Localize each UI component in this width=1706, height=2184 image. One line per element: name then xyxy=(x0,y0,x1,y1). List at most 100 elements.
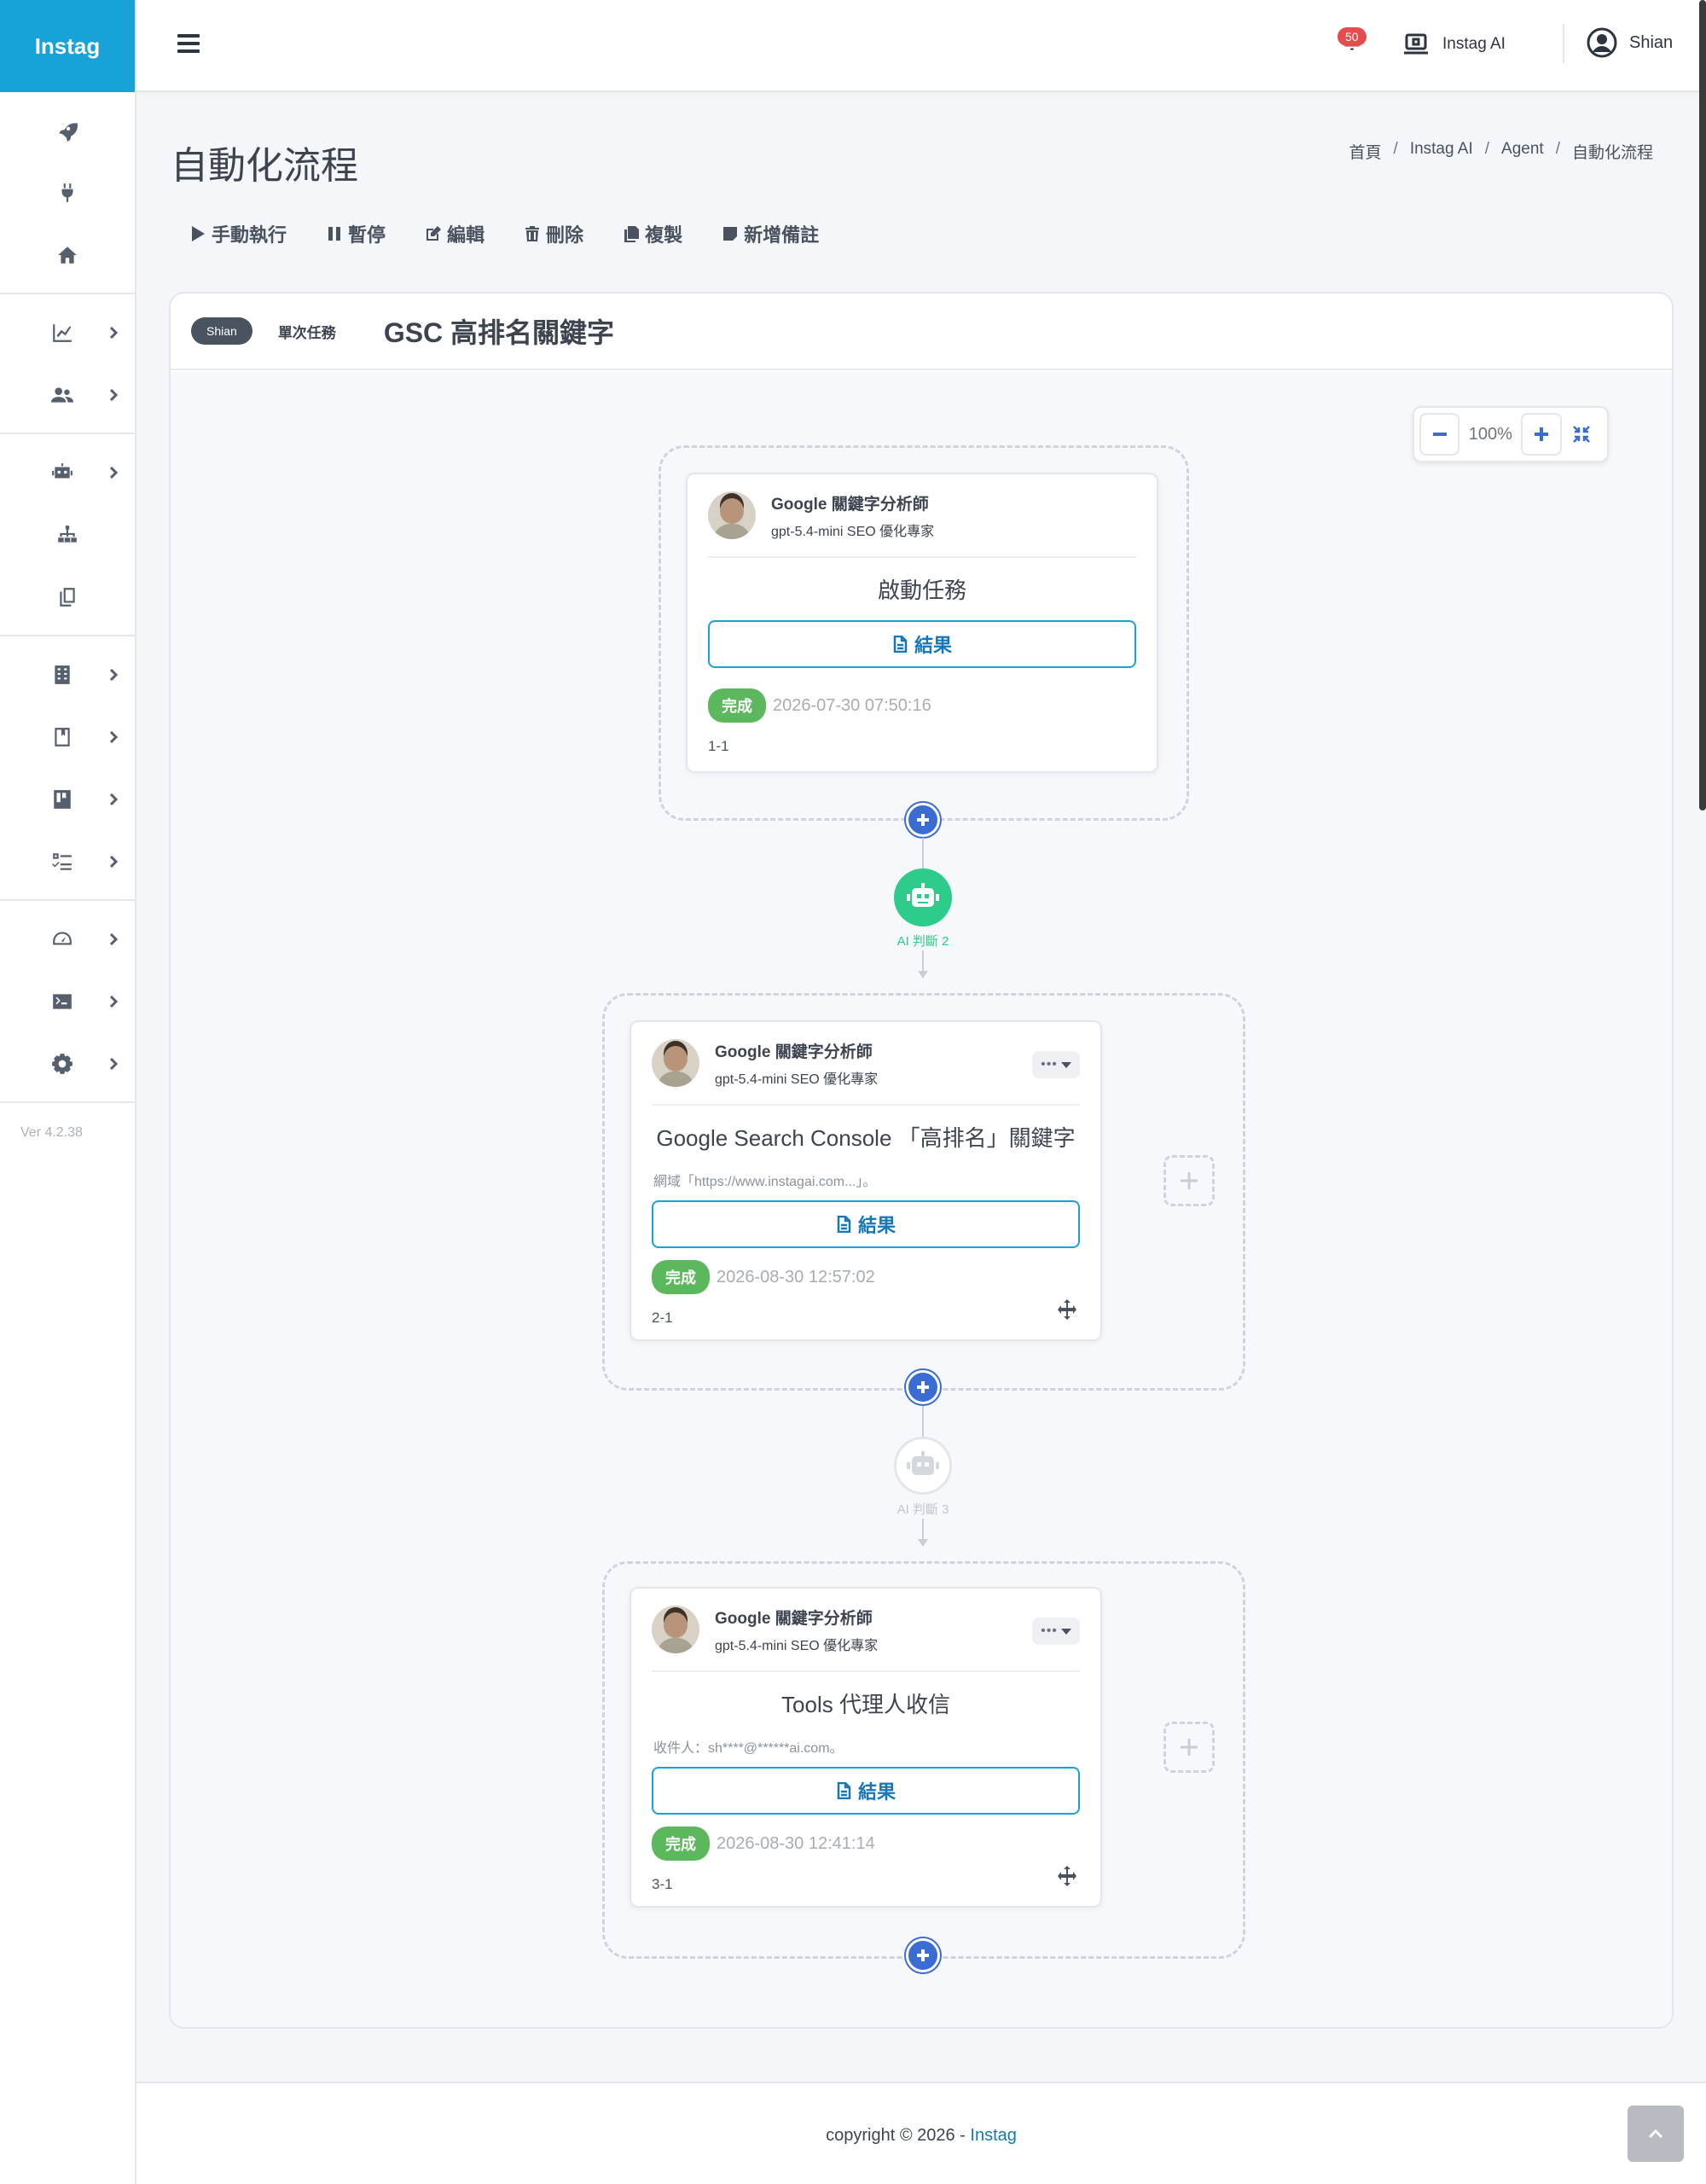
node-id: 2-1 xyxy=(652,1310,673,1326)
note-label: 新增備註 xyxy=(744,224,820,246)
run-button[interactable]: 手動執行 xyxy=(189,220,287,247)
breadcrumb-home[interactable]: 首頁 xyxy=(1349,140,1382,163)
bookmark-book-icon xyxy=(55,727,70,746)
user-menu[interactable]: Shian xyxy=(1587,27,1673,58)
sidebar-item-robot[interactable] xyxy=(0,441,135,503)
fit-view-button[interactable] xyxy=(1562,413,1602,456)
sidebar-item-analytics[interactable] xyxy=(0,301,135,363)
breadcrumb: 首頁 / Instag AI / Agent / 自動化流程 xyxy=(1349,140,1653,163)
ellipsis-icon: ••• xyxy=(1041,1057,1058,1072)
user-name: Shian xyxy=(1629,32,1674,52)
node-title: Tools 代理人收信 xyxy=(781,1692,950,1717)
delete-button[interactable]: 刪除 xyxy=(524,220,583,247)
sidebar-item-rocket[interactable] xyxy=(0,99,135,161)
sidebar-item-book[interactable] xyxy=(0,768,135,830)
owner-pill: Shian xyxy=(191,317,252,345)
instag-ai-link[interactable]: Instag AI xyxy=(1403,32,1506,56)
plus-icon xyxy=(1181,1172,1198,1189)
sidebar-item-home[interactable] xyxy=(0,224,135,286)
sidebar-item-bookmark-book[interactable] xyxy=(0,706,135,768)
page-scrollbar[interactable] xyxy=(1699,0,1706,810)
flow-node-3[interactable]: Google 關鍵字分析師 gpt-5.4-mini SEO 優化專家 ••• … xyxy=(630,1587,1102,1908)
node-description: 網域「https://www.instagai.com...」。 xyxy=(653,1175,877,1189)
agent-name: Google 關鍵字分析師 xyxy=(771,495,929,514)
caret-down-icon xyxy=(1060,1629,1071,1635)
result-button[interactable]: 結果 xyxy=(708,620,1136,668)
node-options-dropdown[interactable]: ••• xyxy=(1032,1618,1080,1645)
status-row: 完成 2026-08-30 12:41:14 xyxy=(652,1827,1100,1861)
sidebar-item-users[interactable] xyxy=(0,363,135,426)
add-parallel-node-button[interactable] xyxy=(1163,1722,1215,1773)
connector-line xyxy=(922,1406,924,1437)
result-button[interactable]: 結果 xyxy=(652,1200,1080,1248)
add-node-button[interactable] xyxy=(906,803,940,837)
chevron-right-icon xyxy=(109,668,119,681)
footer-brand-link[interactable]: Instag xyxy=(970,2126,1016,2145)
ai-judge-node-3[interactable] xyxy=(894,1437,952,1495)
notification-count-badge: 50 xyxy=(1338,27,1367,46)
sidebar-group-2 xyxy=(0,294,135,434)
agent-name: Google 關鍵字分析師 xyxy=(715,1043,873,1061)
ai-judge-node-2[interactable] xyxy=(894,868,952,926)
users-icon xyxy=(51,386,73,403)
sidebar-item-checklist[interactable] xyxy=(0,830,135,892)
add-note-button[interactable]: 新增備註 xyxy=(722,220,819,247)
sidebar-item-copy[interactable] xyxy=(0,566,135,628)
brand-logo[interactable]: Instag xyxy=(0,0,135,92)
status-time: 2026-08-30 12:57:02 xyxy=(717,1267,875,1287)
ai-judge-label-3: AI 判斷 3 xyxy=(897,1502,949,1517)
task-type-label: 單次任務 xyxy=(277,324,336,341)
breadcrumb-current: 自動化流程 xyxy=(1571,144,1653,162)
copy-icon xyxy=(624,226,640,242)
add-node-button[interactable] xyxy=(906,1370,940,1404)
sidebar-item-terminal[interactable] xyxy=(0,970,135,1032)
pause-button[interactable]: 暫停 xyxy=(326,220,386,247)
chevron-right-icon xyxy=(109,466,119,479)
sidebar-item-building[interactable] xyxy=(0,643,135,706)
minus-icon xyxy=(1432,433,1447,436)
move-icon[interactable] xyxy=(1056,1865,1078,1887)
edit-icon xyxy=(426,226,442,241)
checklist-icon xyxy=(52,852,72,870)
caret-down-icon xyxy=(1060,1062,1071,1068)
delete-label: 刪除 xyxy=(546,224,584,246)
sidebar-item-dashboard[interactable] xyxy=(0,908,135,970)
flow-node-1[interactable]: Google 關鍵字分析師 gpt-5.4-mini SEO 優化專家 啟動任務… xyxy=(686,473,1158,773)
agent-subtitle: gpt-5.4-mini SEO 優化專家 xyxy=(715,1638,879,1653)
sidebar-item-plug[interactable] xyxy=(0,161,135,224)
zoom-in-button[interactable] xyxy=(1521,413,1562,456)
edit-button[interactable]: 編輯 xyxy=(425,220,485,247)
chevron-right-icon xyxy=(109,730,119,743)
connector-line xyxy=(922,838,924,868)
ellipsis-icon: ••• xyxy=(1041,1623,1058,1638)
footer: copyright © 2026 - Instag xyxy=(136,2082,1706,2184)
page-title: 自動化流程 xyxy=(171,145,358,187)
node-id: 1-1 xyxy=(708,738,729,754)
add-parallel-node-button[interactable] xyxy=(1163,1155,1215,1206)
flow-node-2[interactable]: Google 關鍵字分析師 gpt-5.4-mini SEO 優化專家 ••• … xyxy=(630,1020,1102,1341)
breadcrumb-agent[interactable]: Agent xyxy=(1501,140,1544,163)
home-icon xyxy=(58,246,77,264)
zoom-out-button[interactable] xyxy=(1419,413,1460,456)
add-node-button[interactable] xyxy=(906,1938,940,1972)
flow-canvas[interactable]: 100% Google 關鍵字分析師 gpt-5.4-mini SEO 優化專家… xyxy=(171,372,1672,2027)
connector-arrow xyxy=(918,1539,928,1547)
compress-icon xyxy=(1573,426,1591,443)
hamburger-menu-icon[interactable] xyxy=(177,34,200,53)
rocket-icon xyxy=(59,122,78,142)
sidebar-item-settings[interactable] xyxy=(0,1032,135,1095)
move-icon[interactable] xyxy=(1056,1298,1078,1321)
instag-ai-label: Instag AI xyxy=(1442,35,1506,53)
zoom-controls: 100% xyxy=(1413,406,1609,462)
sidebar-item-sitemap[interactable] xyxy=(0,503,135,566)
status-row: 完成 2026-07-30 07:50:16 xyxy=(708,688,1157,723)
breadcrumb-instag-ai[interactable]: Instag AI xyxy=(1410,140,1473,163)
copy-button[interactable]: 複製 xyxy=(623,220,682,247)
back-to-top-button[interactable] xyxy=(1628,2106,1684,2162)
node-title: Google Search Console 「高排名」關鍵字 xyxy=(656,1125,1076,1151)
node-title: 啟動任務 xyxy=(877,578,966,603)
footer-copyright: copyright © 2026 - Instag xyxy=(136,2126,1706,2146)
node-options-dropdown[interactable]: ••• xyxy=(1032,1051,1080,1078)
node-header: Google 關鍵字分析師 gpt-5.4-mini SEO 優化專家 ••• xyxy=(652,1589,1080,1672)
result-button[interactable]: 結果 xyxy=(652,1767,1080,1815)
